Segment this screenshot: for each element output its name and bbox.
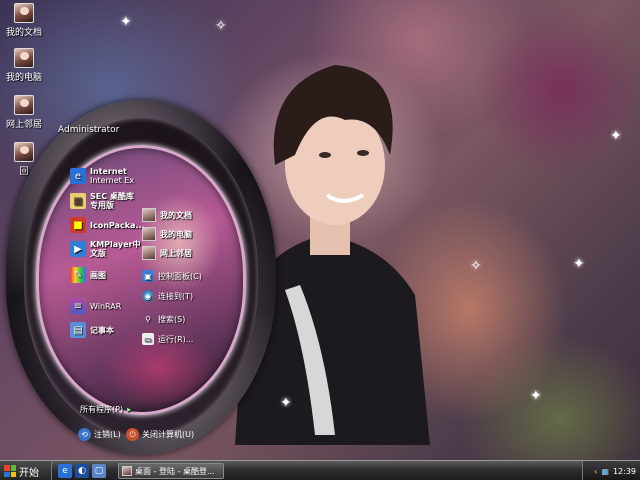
desktop-icon-my-documents[interactable]: 我的文档: [2, 3, 46, 38]
notepad-icon: ▤: [70, 322, 86, 338]
system-tray: ‹ ▦ 12:39: [582, 461, 640, 480]
sparkle-icon: ✧: [215, 18, 227, 34]
sparkle-icon: ✦: [610, 128, 622, 144]
system-label: 连接到(T): [158, 291, 194, 301]
window-icon: [122, 466, 132, 476]
pinned-label: 画图: [90, 270, 106, 280]
pinned-paint[interactable]: ✎ 画图: [70, 267, 106, 283]
place-label: 我的电脑: [160, 229, 192, 239]
sparkle-icon: ✦: [573, 256, 585, 272]
sparkle-icon: ✦: [280, 395, 292, 411]
quicklaunch-media-icon[interactable]: ◐: [75, 464, 89, 478]
search-icon: ⚲: [145, 314, 151, 324]
quicklaunch-ie-icon[interactable]: e: [58, 464, 72, 478]
place-label: 网上邻居: [160, 248, 192, 258]
start-menu-username: Administrator: [58, 125, 120, 135]
run-icon: ▭: [142, 333, 154, 345]
system-search[interactable]: ⚲ 搜索(S): [142, 313, 185, 325]
start-menu-panel: [36, 145, 246, 415]
shutdown-label: 关闭计算机(U): [142, 430, 195, 439]
winrar-icon: ≡: [70, 298, 86, 314]
taskbar-window-button[interactable]: 桌面 - 登陆 - 桌酷登...: [118, 463, 224, 479]
place-network[interactable]: 网上邻居: [142, 246, 192, 260]
my-computer-icon: [142, 227, 156, 241]
desktop-icon-label: 我的电脑: [5, 73, 42, 83]
all-programs-button[interactable]: 所有程序(P) ▸: [80, 405, 131, 414]
pinned-sublabel: 文版: [90, 249, 106, 258]
sparkle-icon: ✦: [530, 388, 542, 404]
network-tray-icon[interactable]: ▦: [601, 467, 609, 476]
system-label: 搜索(S): [158, 314, 186, 324]
pinned-sec[interactable]: ▦ SEC 桌酷库 专用版: [70, 192, 134, 210]
pinned-label: IconPacka...: [90, 220, 145, 230]
kmplayer-icon: ▶: [70, 241, 86, 257]
pinned-ie[interactable]: e Internet Internet Ex: [70, 167, 134, 185]
my-documents-icon: [14, 3, 34, 23]
desktop-icon-label: 网上邻居: [5, 120, 42, 130]
sec-icon: ▦: [70, 193, 86, 209]
ie-icon: e: [70, 168, 86, 184]
place-my-documents[interactable]: 我的文档: [142, 208, 192, 222]
pinned-sublabel: 专用版: [90, 201, 114, 210]
shutdown-button[interactable]: ⏻ 关闭计算机(U): [126, 428, 194, 441]
system-label: 运行(R)...: [158, 334, 194, 344]
quicklaunch-desktop-icon[interactable]: ▢: [92, 464, 106, 478]
tray-expand-icon[interactable]: ‹: [594, 467, 597, 476]
system-run[interactable]: ▭ 运行(R)...: [142, 333, 193, 345]
start-menu: [6, 100, 276, 455]
pinned-notepad[interactable]: ▤ 记事本: [70, 322, 114, 338]
system-label: 控制面板(C): [158, 271, 202, 281]
network-places-icon: [142, 246, 156, 260]
recycle-bin-icon: [14, 142, 34, 162]
iconpackager-icon: ■: [70, 217, 86, 233]
connect-icon: ◉: [142, 290, 154, 302]
system-connect-to[interactable]: ◉ 连接到(T): [142, 290, 193, 302]
pinned-label: Internet: [90, 167, 127, 176]
pinned-iconpackager[interactable]: ■ IconPacka...: [70, 217, 145, 233]
pinned-sublabel: Internet Ex: [90, 176, 135, 185]
all-programs-label: 所有程序(P): [80, 405, 124, 414]
taskbar-window-label: 桌面 - 登陆 - 桌酷登...: [135, 466, 215, 476]
desktop-icon-my-computer[interactable]: 我的电脑: [2, 48, 46, 83]
sparkle-icon: ✦: [120, 14, 132, 30]
system-control-panel[interactable]: ▣ 控制面板(C): [142, 270, 202, 282]
clock: 12:39: [612, 466, 636, 476]
taskbar: 开始 e ◐ ▢ 桌面 - 登陆 - 桌酷登... ‹ ▦ 12:39: [0, 460, 640, 480]
power-icon: ⏻: [126, 428, 139, 441]
desktop-icon-label: 我的文档: [5, 28, 42, 38]
logoff-icon: ⟲: [78, 428, 91, 441]
place-my-computer[interactable]: 我的电脑: [142, 227, 192, 241]
my-computer-icon: [14, 48, 34, 68]
pinned-kmplayer[interactable]: ▶ KMPlayer中 文版: [70, 240, 141, 258]
start-button[interactable]: 开始: [0, 461, 52, 480]
pinned-label: SEC 桌酷库: [90, 192, 134, 201]
my-documents-icon: [142, 208, 156, 222]
network-places-icon: [14, 95, 34, 115]
sparkle-icon: ✧: [470, 258, 482, 274]
paint-icon: ✎: [70, 267, 86, 283]
pinned-label: 记事本: [90, 325, 114, 335]
logoff-label: 注销(L): [94, 430, 121, 439]
logoff-button[interactable]: ⟲ 注销(L): [78, 428, 121, 441]
start-label: 开始: [19, 467, 39, 479]
arrow-right-icon: ▸: [127, 405, 132, 414]
windows-logo-icon: [4, 465, 16, 477]
pinned-label: WinRAR: [90, 301, 122, 311]
desktop-icon-network-places[interactable]: 网上邻居: [2, 95, 46, 130]
control-panel-icon: ▣: [142, 270, 154, 282]
pinned-label: KMPlayer中: [90, 240, 141, 249]
place-label: 我的文档: [160, 210, 192, 220]
pinned-winrar[interactable]: ≡ WinRAR: [70, 298, 121, 314]
